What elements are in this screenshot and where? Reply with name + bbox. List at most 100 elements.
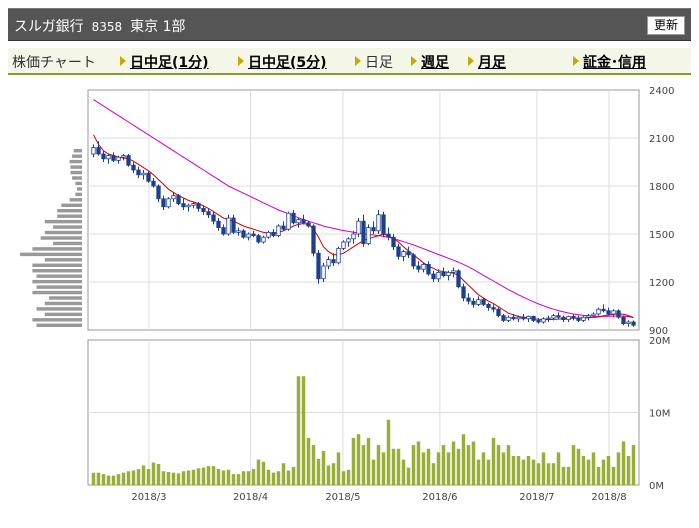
- volume-bar: [336, 452, 341, 485]
- arrow-right-icon: [468, 56, 474, 66]
- candle-body: [266, 231, 271, 238]
- candle-body: [226, 217, 231, 235]
- candle-body: [376, 214, 381, 232]
- volume-bar: [421, 452, 426, 485]
- volume-bar: [301, 376, 306, 485]
- candle-body: [156, 185, 161, 200]
- price-tick-label: 2400: [649, 86, 674, 97]
- volume-bar: [611, 466, 616, 485]
- volume-bar: [561, 466, 566, 485]
- candle-body: [606, 310, 611, 315]
- candle-body: [366, 227, 371, 245]
- volume-bar: [606, 456, 611, 485]
- candle-body: [431, 273, 436, 280]
- arrow-right-icon: [355, 56, 361, 66]
- arrow-right-icon: [573, 56, 579, 66]
- candle-body: [561, 316, 566, 320]
- volume-bar: [441, 445, 446, 485]
- volume-bar: [186, 470, 191, 485]
- volume-bar: [401, 459, 406, 485]
- candle-body: [521, 316, 526, 320]
- menu-intraday-1min[interactable]: 日中足(1分): [120, 52, 209, 72]
- volume-bar: [551, 463, 556, 485]
- candle-body: [401, 251, 406, 257]
- candle-body: [231, 217, 236, 233]
- candle-body: [616, 310, 621, 318]
- candle-body: [151, 180, 156, 187]
- candle-body: [546, 317, 551, 320]
- menu-intraday-5min-label: 日中足(5分): [248, 55, 327, 71]
- volume-bar: [426, 448, 431, 485]
- candle-body: [326, 259, 331, 267]
- volume-bar: [501, 452, 506, 485]
- volume-bar: [156, 463, 161, 485]
- candle-body: [106, 155, 111, 160]
- volume-profile-bar: [57, 209, 82, 213]
- stock-chart: 2400210018001500120090020M10M0M2018/3 201…: [20, 86, 674, 503]
- volume-bar: [111, 475, 116, 485]
- volume-bar: [506, 445, 511, 485]
- volume-bar: [91, 472, 96, 485]
- volume-profile-bar: [70, 165, 82, 169]
- candle-body: [531, 315, 536, 321]
- volume-bar: [266, 469, 271, 485]
- candle-body: [571, 315, 576, 319]
- price-panel: [87, 89, 640, 331]
- candle-body: [196, 203, 201, 209]
- volume-profile-bar: [36, 274, 82, 278]
- price-tick-label: 2100: [649, 134, 674, 145]
- candle-body: [381, 214, 386, 235]
- candle-body: [221, 227, 226, 235]
- candle-body: [501, 315, 506, 321]
- volume-bar: [126, 471, 131, 485]
- menu-monthly[interactable]: 月足: [468, 52, 506, 72]
- menu-weekly[interactable]: 週足: [411, 52, 449, 72]
- candle-body: [506, 316, 511, 321]
- menu-margin-credit[interactable]: 証金･信用: [573, 52, 646, 72]
- volume-bar: [521, 459, 526, 485]
- volume-bar: [546, 463, 551, 485]
- candle-body: [371, 227, 376, 232]
- volume-bar: [511, 456, 516, 485]
- volume-bar: [316, 458, 321, 485]
- volume-bar: [626, 456, 631, 485]
- volume-bar: [136, 469, 141, 485]
- candle-body: [586, 315, 591, 318]
- volume-bar: [526, 456, 531, 485]
- volume-bar: [161, 471, 166, 485]
- candle-body: [446, 271, 451, 276]
- candle-body: [421, 263, 426, 270]
- volume-bar: [536, 463, 541, 485]
- volume-bar: [516, 456, 521, 485]
- volume-bar: [181, 471, 186, 485]
- candle-body: [496, 308, 501, 316]
- candle-body: [516, 316, 521, 320]
- menu-weekly-label: 週足: [421, 55, 449, 71]
- arrow-right-icon: [120, 56, 126, 66]
- volume-profile-bar: [44, 258, 82, 262]
- volume-bar: [121, 472, 126, 485]
- candle-body: [486, 303, 491, 308]
- volume-bar: [566, 466, 571, 485]
- candle-body: [386, 233, 391, 238]
- candle-body: [536, 319, 541, 323]
- menu-intraday-1min-label: 日中足(1分): [130, 55, 209, 71]
- volume-bar: [321, 450, 326, 485]
- volume-bar: [351, 437, 356, 485]
- candle-body: [121, 155, 126, 158]
- volume-profile-bar: [32, 247, 82, 251]
- menu-intraday-5min[interactable]: 日中足(5分): [238, 52, 327, 72]
- volume-bar: [476, 459, 481, 485]
- volume-bar: [261, 461, 266, 485]
- chart-menu-label: 株価チャート: [12, 55, 96, 71]
- candle-body: [131, 164, 136, 171]
- refresh-button[interactable]: 更新: [646, 16, 685, 35]
- volume-bar: [131, 470, 136, 485]
- volume-bar: [241, 471, 246, 485]
- candle-body: [186, 204, 191, 208]
- volume-bar: [451, 441, 456, 485]
- candle-body: [611, 310, 616, 315]
- volume-bar: [306, 437, 311, 485]
- volume-bar: [96, 472, 101, 485]
- chart-period-menu: 株価チャート 日中足(1分) 日中足(5分) 日足 週足 月足 証金･信用: [8, 48, 691, 75]
